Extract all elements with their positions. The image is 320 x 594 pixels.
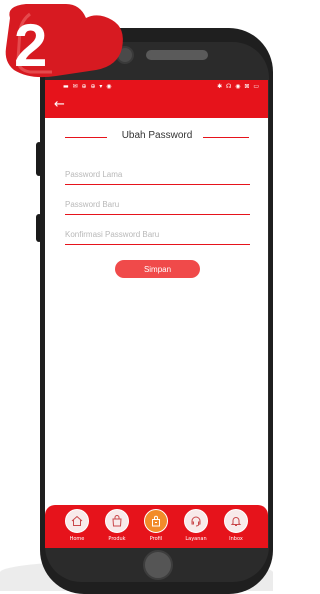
shopping-bag-icon [112, 515, 122, 527]
phone-screen: ▬ ✉ ⊕ ⊕ ▾ ◉ ✱ ☊ ◉ ⊠ ▭ ← Ubah Password Si… [45, 80, 268, 548]
old-password-input[interactable] [65, 166, 250, 183]
speaker-grille [146, 50, 208, 60]
form-heading: Ubah Password [65, 130, 249, 144]
nav-label-produk: Produk [108, 536, 126, 542]
confirm-password-input[interactable] [65, 226, 250, 243]
page-title: Ubah Password [115, 130, 199, 141]
old-password-field[interactable] [65, 166, 250, 185]
app-bar: ← [45, 93, 268, 118]
bell-icon [230, 517, 242, 526]
headset-icon [191, 516, 201, 527]
nav-label-profil: Profil [149, 536, 163, 542]
back-arrow-icon[interactable]: ← [54, 96, 65, 114]
bottom-navigation: Home Produk Profil Layanan Inbox [45, 505, 268, 548]
step-badge: 2 [5, 4, 123, 79]
confirm-password-field[interactable] [65, 226, 250, 245]
new-password-field[interactable] [65, 196, 250, 215]
step-number: 2 [14, 12, 47, 79]
home-icon [71, 515, 83, 526]
nav-label-inbox: Inbox [229, 536, 243, 542]
nav-label-layanan: Layanan [185, 536, 207, 542]
save-button[interactable]: Simpan [115, 260, 200, 278]
nav-item-layanan[interactable]: Layanan [176, 509, 216, 547]
nav-label-home: Home [69, 536, 85, 542]
status-right-icons: ✱ ☊ ◉ ⊠ ▭ [217, 83, 260, 90]
nav-item-produk[interactable]: Produk [97, 509, 137, 547]
profile-bag-icon [152, 515, 160, 527]
nav-item-home[interactable]: Home [57, 509, 97, 547]
new-password-input[interactable] [65, 196, 250, 213]
nav-item-profil[interactable]: Profil [136, 509, 176, 547]
nav-item-inbox[interactable]: Inbox [216, 509, 256, 547]
home-button[interactable] [143, 550, 173, 580]
